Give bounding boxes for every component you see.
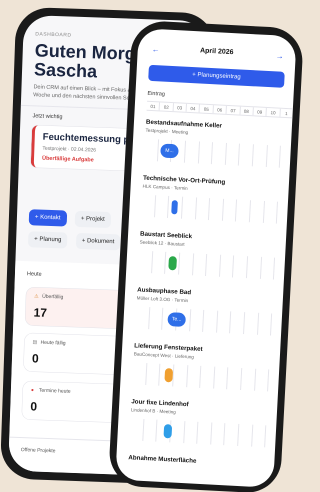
day-header: 02 — [159, 102, 174, 112]
task-bar[interactable] — [164, 368, 174, 383]
add-project-button[interactable]: + Projekt — [74, 210, 112, 229]
warning-icon: ⚠ — [34, 293, 39, 300]
task-row[interactable]: Lieferung Fensterpaket BauConcept West ·… — [132, 342, 284, 404]
task-bar[interactable]: M... — [160, 143, 179, 159]
stat-label-appointments: Termine heute — [38, 387, 71, 395]
task-timeline — [129, 418, 281, 449]
arrow-right-icon[interactable]: → — [275, 51, 283, 60]
add-contact-button[interactable]: + Kontakt — [28, 209, 67, 227]
planner-phone: ← April 2026 → + Planungseintrag Eintrag… — [107, 19, 305, 492]
task-bar[interactable] — [168, 256, 177, 271]
task-timeline — [132, 362, 284, 393]
day-header: 06 — [213, 105, 228, 114]
stat-label-due-today: Heute fällig — [40, 339, 66, 347]
task-row[interactable]: Jour fixe Lindenhof Lindenhof B · Meetin… — [129, 398, 281, 460]
open-projects-label: Offene Projekte — [20, 447, 56, 455]
today-label: Heute — [26, 271, 42, 278]
day-header: 09 — [253, 107, 268, 116]
important-task-meta: Testprojekt · 02.04.2026 — [42, 145, 97, 154]
day-header: 08 — [240, 106, 254, 116]
task-row[interactable]: Technische Vor-Ort-Prüfung HLK Campus · … — [140, 175, 293, 237]
stat-value-due-today: 0 — [31, 351, 39, 366]
stat-value-overdue: 17 — [33, 305, 48, 320]
important-label: Jetzt wichtig — [32, 113, 63, 121]
day-header-row: 01 02 03 04 05 06 07 08 09 10 1 — [146, 100, 293, 119]
day-header: 04 — [186, 103, 201, 113]
add-document-button[interactable]: + Dokument — [75, 232, 121, 251]
task-row[interactable]: Baustart Seeblick Seeblick 12 · Baustart — [137, 231, 290, 293]
month-title: April 2026 — [199, 47, 234, 57]
task-bar[interactable] — [163, 424, 173, 439]
day-header: 05 — [199, 104, 214, 114]
task-bar[interactable]: Te... — [167, 312, 187, 328]
day-header: 07 — [226, 105, 241, 115]
task-list: Bestandsaufnahme Keller Testprojekt · Me… — [128, 119, 295, 465]
day-header: 01 — [146, 101, 161, 111]
stat-label-overdue: Überfällig — [42, 293, 64, 301]
add-planning-entry-button[interactable]: + Planungseintrag — [148, 64, 285, 88]
add-planning-button[interactable]: + Planung — [27, 231, 68, 249]
task-bar[interactable] — [171, 200, 178, 215]
day-header: 03 — [173, 103, 188, 112]
calendar-icon: ▤ — [32, 339, 38, 346]
quick-actions-row-2: + Planung + Dokument — [27, 227, 121, 251]
entry-column-label: Eintrag — [147, 90, 166, 98]
task-timeline — [138, 250, 290, 281]
quick-actions: + Kontakt + Projekt — [28, 205, 112, 229]
day-header: 1 — [285, 110, 288, 117]
pin-icon: ● — [30, 387, 35, 394]
stat-value-appointments: 0 — [30, 399, 38, 414]
task-timeline — [141, 194, 293, 225]
important-task-status: Überfällige Aufgabe — [41, 155, 94, 164]
task-row[interactable]: Ausbauphase Bad Müller Loft 3.OG · Termi… — [135, 286, 287, 348]
task-row[interactable]: Bestandsaufnahme Keller Testprojekt · Me… — [143, 119, 295, 181]
day-header: 10 — [266, 107, 281, 117]
planner-screen: ← April 2026 → + Planungseintrag Eintrag… — [115, 28, 297, 488]
dashboard-eyebrow: DASHBOARD — [35, 31, 72, 39]
task-timeline — [135, 306, 287, 337]
